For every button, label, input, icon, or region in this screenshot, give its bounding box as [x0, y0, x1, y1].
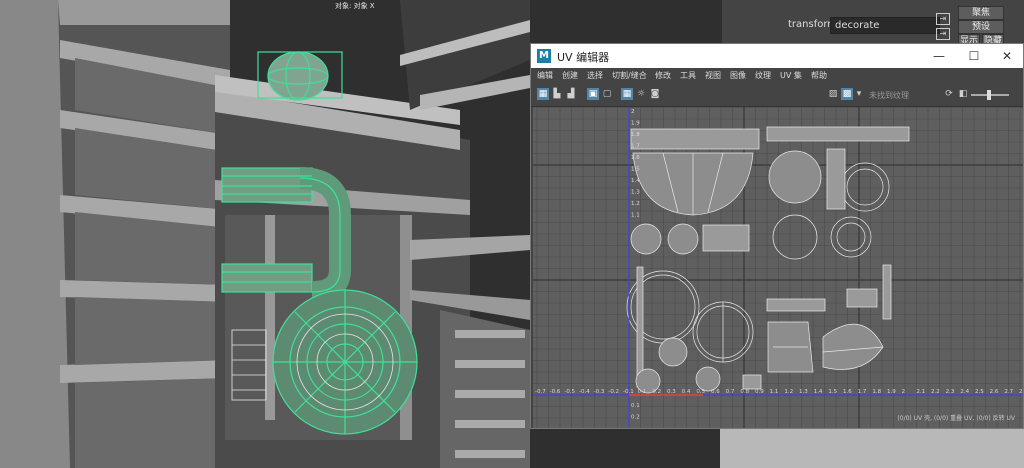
uv-editor-window[interactable]: M UV 编辑器 — ☐ ✕ 编辑 创建 选择 切割/缝合 修改 工具 视图 图… [530, 43, 1024, 429]
close-icon[interactable]: ✕ [997, 48, 1017, 64]
v-tick-label: 1.4 [631, 178, 640, 184]
exposure-slider[interactable] [971, 90, 1009, 100]
chevron-down-icon[interactable]: ▾ [853, 88, 865, 100]
u-tick-label: 0.3 [667, 389, 676, 395]
maximize-icon[interactable]: ☐ [964, 48, 984, 64]
u-tick-label: 1.1 [770, 389, 779, 395]
uv-menubar: 编辑 创建 选择 切割/缝合 修改 工具 视图 图像 纹理 UV 集 帮助 [531, 68, 1023, 84]
window-title: UV 编辑器 [557, 51, 610, 64]
menu-image[interactable]: 图像 [730, 70, 746, 81]
minimize-icon[interactable]: — [929, 48, 949, 64]
u-tick-label: -0.7 [535, 389, 546, 395]
sun-icon[interactable]: ☼ [635, 88, 647, 100]
filter-icon[interactable]: ▟ [565, 88, 577, 100]
u-tick-label: -0.3 [594, 389, 605, 395]
u-tick-label: 0.8 [740, 389, 749, 395]
checker-icon[interactable]: ▩ [841, 88, 853, 100]
grid-view-icon[interactable]: ▦ [537, 88, 549, 100]
u-tick-label: 0.9 [755, 389, 764, 395]
image-icon[interactable]: ▨ [827, 88, 839, 100]
grid-toggle-icon[interactable]: ▦ [621, 88, 633, 100]
u-tick-label: 1.8 [872, 389, 881, 395]
exposure-icon[interactable]: ◧ [957, 88, 969, 100]
u-tick-label: 2.5 [975, 389, 984, 395]
menu-tools[interactable]: 工具 [680, 70, 696, 81]
u-tick-label: 1.2 [784, 389, 793, 395]
v-tick-label: 0.2 [631, 415, 640, 421]
v-tick-label: 1.5 [631, 167, 640, 173]
menu-view[interactable]: 视图 [705, 70, 721, 81]
refresh-icon[interactable]: ⟳ [943, 88, 955, 100]
tick-labels: -0.7 -0.6 -0.5 -0.4 -0.3 -0.2 -0.1 0.1 0.2 0.3 0.4… [535, 109, 1023, 421]
bars-icon[interactable]: ▙ [551, 88, 563, 100]
u-tick-label: 0.5 [696, 389, 705, 395]
uv-toolbar: ▦ ▙ ▟ ▣ ▢ ▦ ☼ ◙ ▨ ▩ ▾ 未找到纹理 ⟳ ◧ [531, 84, 1023, 107]
camera-icon[interactable]: ◙ [649, 88, 661, 100]
menu-texture[interactable]: 纹理 [755, 70, 771, 81]
focus-button[interactable]: 聚焦 [958, 6, 1004, 20]
u-tick-label: 0.4 [682, 389, 691, 395]
u-tick-label: 2 [902, 389, 906, 395]
v-tick-label: 1.1 [631, 213, 640, 219]
v-tick-label: 1.7 [631, 144, 640, 150]
copy-tab-icon[interactable]: ⇥ [936, 28, 950, 40]
menu-uv-set[interactable]: UV 集 [780, 70, 802, 81]
uv-grid: -0.7 -0.6 -0.5 -0.4 -0.3 -0.2 -0.1 0.1 0.2 0.3 0.4… [533, 107, 1023, 428]
v-tick-label: 1.2 [631, 201, 640, 207]
menu-edit[interactable]: 编辑 [537, 70, 553, 81]
u-tick-label: 2.1 [916, 389, 925, 395]
u-tick-label: 2.6 [990, 389, 999, 395]
u-tick-label: -0.6 [550, 389, 561, 395]
presets-button[interactable]: 预设 [958, 20, 1004, 34]
u-tick-label: 2.8 [1019, 389, 1023, 395]
uv-shells [626, 126, 910, 394]
u-tick-label: 0.6 [711, 389, 720, 395]
u-tick-label: 2.4 [960, 389, 969, 395]
u-tick-label: 1.5 [828, 389, 837, 395]
menu-cut-sew[interactable]: 切割/缝合 [612, 70, 647, 81]
attribute-editor: transform: decorate ⇥ ⇥ 聚焦 预设 显示 隐藏 [722, 0, 1024, 48]
viewport-object-label: 对象: 对象 X [335, 2, 375, 10]
u-tick-label: 1.9 [887, 389, 896, 395]
u-tick-label: -0.2 [608, 389, 619, 395]
u-tick-label: -0.1 [623, 389, 634, 395]
slider-knob[interactable] [987, 90, 991, 100]
u-tick-label: 1.7 [858, 389, 867, 395]
uv-editor-titlebar[interactable]: M UV 编辑器 — ☐ ✕ [531, 44, 1023, 68]
v-tick-label: 1.8 [631, 132, 640, 138]
transform-field[interactable]: decorate [830, 17, 940, 34]
u-tick-label: -0.5 [564, 389, 575, 395]
frame-selected-icon[interactable]: ▢ [601, 88, 613, 100]
u-tick-label: 2.3 [946, 389, 955, 395]
uv-canvas[interactable]: -0.7 -0.6 -0.5 -0.4 -0.3 -0.2 -0.1 0.1 0.2 0.3 0.4… [533, 107, 1023, 428]
u-tick-label: 0.2 [652, 389, 661, 395]
frame-all-icon[interactable]: ▣ [587, 88, 599, 100]
v-tick-label: 1.9 [631, 121, 640, 127]
u-tick-label: 1.3 [799, 389, 808, 395]
u-tick-label: 2.2 [931, 389, 940, 395]
u-tick-label: 1.6 [843, 389, 852, 395]
v-tick-label: 1.6 [631, 155, 640, 161]
grid-lines [533, 107, 1023, 428]
load-attributes-icon[interactable]: ⇥ [936, 13, 950, 25]
v-tick-label: 0.1 [631, 403, 640, 409]
u-tick-label: -0.4 [579, 389, 590, 395]
v-tick-label: 1.3 [631, 190, 640, 196]
u-tick-label: 2.7 [1004, 389, 1013, 395]
uv-status-text: (0/0) UV 壳, (0/0) 重叠 UV, (0/0) 反转 UV [897, 415, 1015, 422]
v-tick-label: 2 [631, 109, 635, 115]
menu-create[interactable]: 创建 [562, 70, 578, 81]
menu-help[interactable]: 帮助 [811, 70, 827, 81]
menu-modify[interactable]: 修改 [655, 70, 671, 81]
texture-filter-field[interactable]: 未找到纹理 [869, 90, 909, 101]
u-tick-label: 1.4 [814, 389, 823, 395]
u-tick-label: 0.7 [726, 389, 735, 395]
u-tick-label: 0.1 [638, 389, 647, 395]
menu-select[interactable]: 选择 [587, 70, 603, 81]
maya-logo-icon: M [537, 49, 551, 63]
